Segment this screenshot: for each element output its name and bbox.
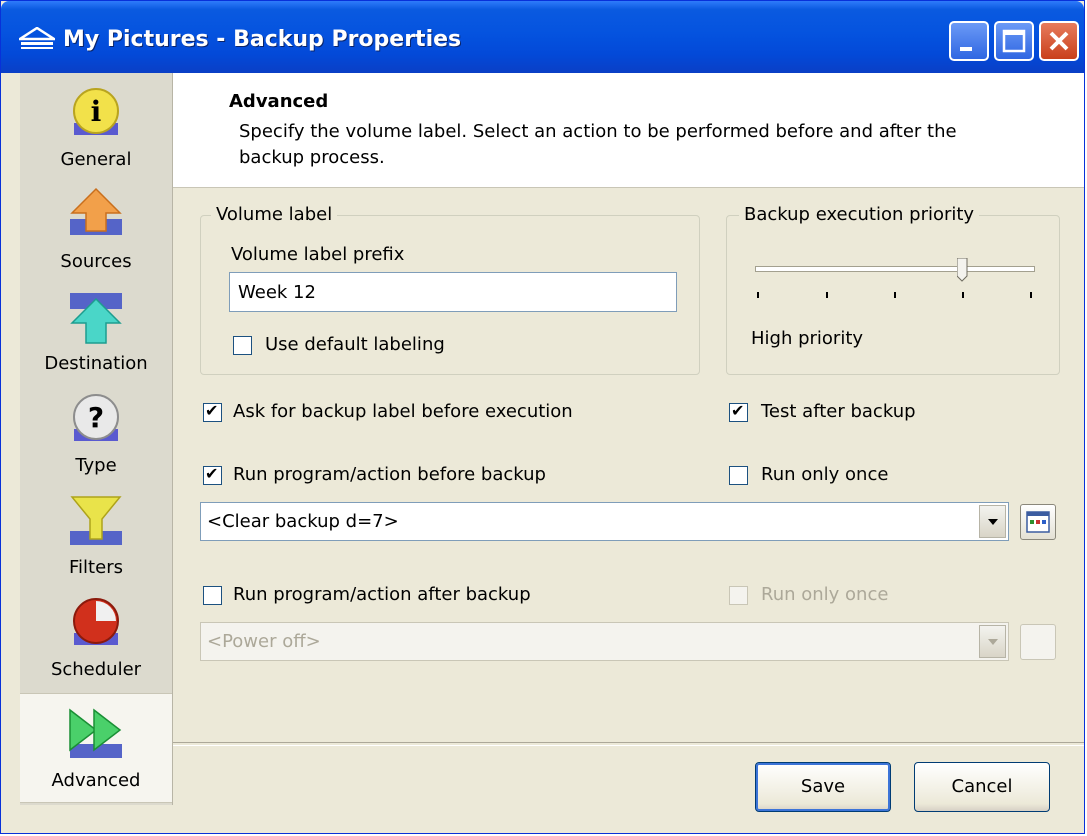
sidebar-item-label: Sources bbox=[60, 251, 132, 272]
filter-funnel-icon bbox=[70, 496, 122, 545]
page-description: Specify the volume label. Select an acti… bbox=[239, 121, 957, 168]
sidebar-item-label: Filters bbox=[69, 557, 123, 578]
window-title: My Pictures - Backup Properties bbox=[63, 27, 462, 52]
title-bar[interactable]: My Pictures - Backup Properties bbox=[1, 1, 1084, 73]
before-action-browse-button[interactable] bbox=[1020, 504, 1056, 540]
priority-slider-thumb[interactable] bbox=[956, 258, 968, 282]
question-icon: ? bbox=[73, 394, 119, 441]
run-once-after-label[interactable]: Run only once bbox=[761, 584, 888, 605]
backup-eject-icon bbox=[19, 27, 55, 49]
before-action-select[interactable]: <Clear backup d=7> bbox=[200, 502, 1009, 541]
save-button[interactable]: Save bbox=[755, 762, 891, 812]
run-once-before-checkbox[interactable] bbox=[729, 466, 748, 485]
run-after-backup-checkbox[interactable] bbox=[203, 586, 222, 605]
sidebar-item-sources[interactable]: Sources bbox=[20, 175, 172, 277]
sidebar-item-filters[interactable]: Filters bbox=[20, 481, 172, 583]
before-action-value: <Clear backup d=7> bbox=[207, 511, 399, 532]
chevron-down-icon[interactable] bbox=[979, 505, 1006, 538]
priority-tick bbox=[757, 292, 759, 298]
sidebar-item-scheduler[interactable]: Scheduler bbox=[20, 583, 172, 685]
page-header: Advanced Specify the volume label. Selec… bbox=[173, 73, 1084, 188]
after-action-value: <Power off> bbox=[207, 631, 321, 652]
sidebar-item-general[interactable]: i General bbox=[20, 73, 172, 175]
run-once-after-checkbox[interactable] bbox=[729, 586, 748, 605]
upload-arrow-icon bbox=[70, 187, 122, 235]
close-button[interactable] bbox=[1039, 21, 1079, 61]
after-action-browse-button[interactable] bbox=[1020, 624, 1056, 660]
use-default-labeling-checkbox[interactable] bbox=[233, 336, 252, 355]
sidebar-item-label: General bbox=[60, 149, 132, 170]
run-before-backup-label[interactable]: Run program/action before backup bbox=[233, 464, 546, 485]
priority-slider-track[interactable] bbox=[755, 266, 1035, 272]
destination-arrow-icon bbox=[70, 293, 122, 344]
sidebar-nav: i General Sources Destination ? Type Fil… bbox=[20, 73, 173, 805]
run-once-before-label[interactable]: Run only once bbox=[761, 464, 888, 485]
run-before-backup-checkbox[interactable] bbox=[203, 464, 222, 485]
close-icon bbox=[1049, 31, 1069, 51]
sidebar-item-type[interactable]: ? Type bbox=[20, 379, 172, 481]
sidebar-item-destination[interactable]: Destination bbox=[20, 277, 172, 379]
footer-divider bbox=[173, 742, 1084, 746]
chevron-down-icon[interactable] bbox=[979, 625, 1006, 658]
run-after-backup-label[interactable]: Run program/action after backup bbox=[233, 584, 531, 605]
after-action-select[interactable]: <Power off> bbox=[200, 622, 1009, 661]
test-after-backup-label[interactable]: Test after backup bbox=[761, 401, 916, 422]
volume-label-group-title: Volume label bbox=[211, 204, 338, 225]
clock-pie-icon bbox=[73, 598, 119, 645]
info-icon: i bbox=[73, 88, 119, 135]
priority-tick bbox=[826, 292, 828, 298]
fast-forward-icon bbox=[69, 708, 122, 758]
svg-text:?: ? bbox=[88, 401, 104, 434]
maximize-button[interactable] bbox=[994, 21, 1034, 61]
sidebar-item-label: Destination bbox=[44, 353, 148, 374]
backup-priority-group: Backup execution priority High priority bbox=[726, 204, 1060, 375]
ask-backup-label-checkbox[interactable] bbox=[203, 401, 222, 422]
volume-label-group: Volume label Volume label prefix Use def… bbox=[200, 204, 700, 375]
use-default-labeling-label[interactable]: Use default labeling bbox=[265, 334, 445, 355]
backup-priority-group-title: Backup execution priority bbox=[739, 204, 980, 225]
minimize-icon bbox=[960, 47, 972, 51]
svg-text:i: i bbox=[91, 95, 102, 128]
sidebar-item-label: Advanced bbox=[51, 770, 141, 791]
page-title: Advanced bbox=[229, 91, 329, 112]
volume-label-prefix-label: Volume label prefix bbox=[231, 244, 405, 265]
advanced-settings-panel: Volume label Volume label prefix Use def… bbox=[173, 188, 1084, 743]
priority-level-text: High priority bbox=[751, 328, 864, 349]
program-window-icon bbox=[1026, 511, 1050, 533]
backup-properties-window: My Pictures - Backup Properties i Genera… bbox=[0, 0, 1085, 834]
sidebar-item-advanced[interactable]: Advanced bbox=[20, 693, 172, 803]
cancel-button[interactable]: Cancel bbox=[914, 762, 1050, 812]
volume-label-prefix-input[interactable] bbox=[229, 272, 677, 312]
sidebar-item-label: Scheduler bbox=[50, 659, 142, 680]
priority-tick bbox=[1030, 292, 1032, 298]
maximize-icon bbox=[1002, 29, 1026, 53]
sidebar-item-label: Type bbox=[75, 455, 117, 476]
test-after-backup-checkbox[interactable] bbox=[729, 401, 748, 422]
priority-tick bbox=[962, 292, 964, 298]
priority-tick bbox=[894, 292, 896, 298]
ask-backup-label-label[interactable]: Ask for backup label before execution bbox=[233, 401, 573, 422]
minimize-button[interactable] bbox=[949, 21, 989, 61]
